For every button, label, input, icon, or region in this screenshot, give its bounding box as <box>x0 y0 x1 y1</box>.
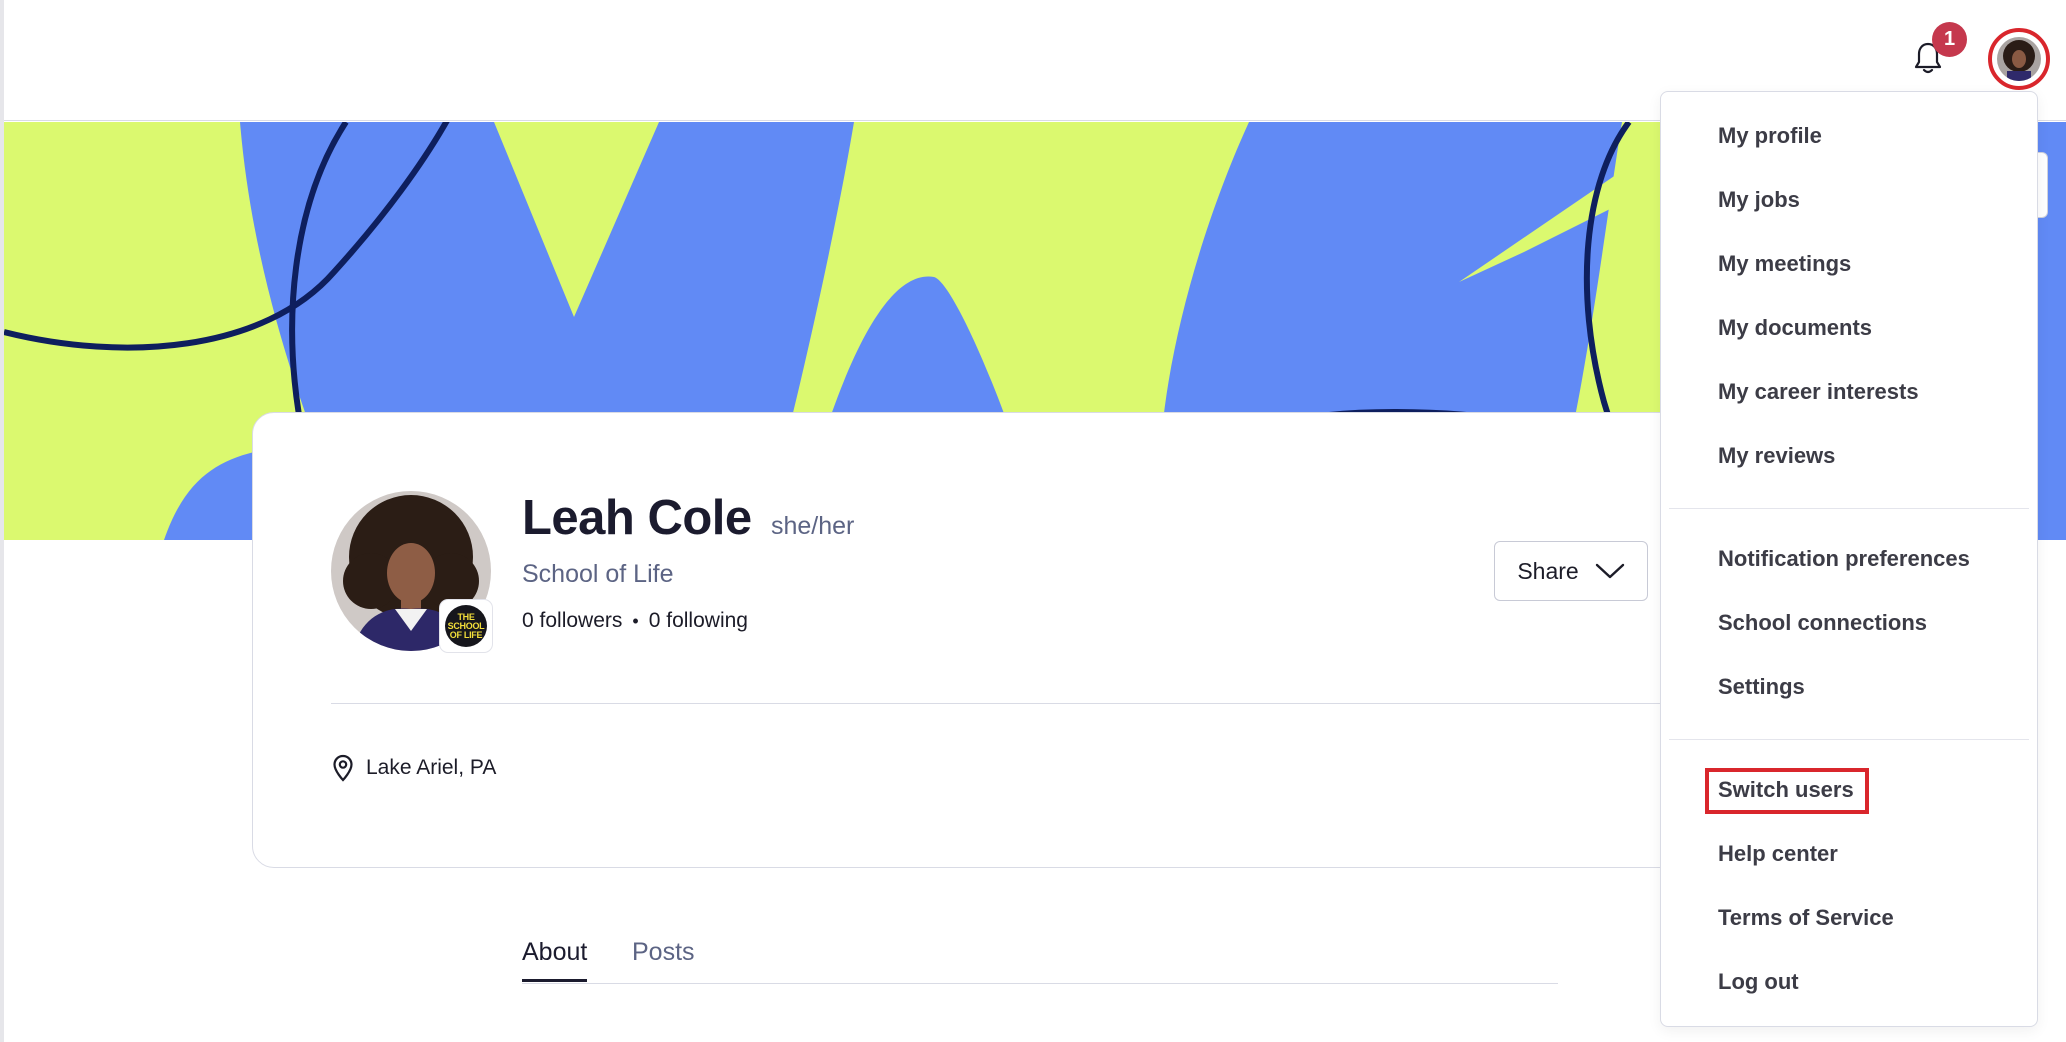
menu-divider <box>1669 739 2029 740</box>
location-row: Lake Ariel, PA <box>332 754 496 782</box>
menu-item-notification-preferences[interactable]: Notification preferences <box>1718 546 1970 572</box>
user-menu-avatar-button[interactable] <box>1988 28 2050 90</box>
menu-item-help-center[interactable]: Help center <box>1718 841 1838 867</box>
school-logo-badge: THE SCHOOL OF LIFE <box>440 600 492 652</box>
menu-item-terms-of-service[interactable]: Terms of Service <box>1718 905 1894 931</box>
profile-tabs: About Posts <box>522 934 1558 984</box>
profile-page: 1 THE SCHOOL OF LIFE Leah Cole she/her S… <box>0 0 2066 1042</box>
map-pin-icon <box>333 754 353 782</box>
menu-item-my-career-interests[interactable]: My career interests <box>1718 379 1919 405</box>
menu-item-school-connections[interactable]: School connections <box>1718 610 1927 636</box>
menu-item-settings[interactable]: Settings <box>1718 674 1805 700</box>
card-divider <box>331 703 1711 704</box>
followers-link[interactable]: 0 followers <box>522 609 622 633</box>
tab-about[interactable]: About <box>522 938 588 982</box>
following-link[interactable]: 0 following <box>649 609 748 633</box>
profile-pronouns: she/her <box>771 512 855 540</box>
profile-school[interactable]: School of Life <box>522 560 674 589</box>
hidden-button-edge <box>2038 152 2048 218</box>
separator-dot: • <box>632 610 639 631</box>
user-dropdown-menu: My profile My jobs My meetings My docume… <box>1660 91 2038 1027</box>
menu-item-my-documents[interactable]: My documents <box>1718 315 1872 341</box>
tab-posts[interactable]: Posts <box>632 938 695 967</box>
menu-item-my-profile[interactable]: My profile <box>1718 123 1822 149</box>
menu-item-my-jobs[interactable]: My jobs <box>1718 187 1800 213</box>
share-label: Share <box>1517 557 1579 584</box>
menu-divider <box>1669 508 2029 509</box>
switch-users-highlight <box>1705 768 1869 814</box>
share-button[interactable]: Share <box>1494 541 1648 601</box>
location-text: Lake Ariel, PA <box>366 756 497 779</box>
menu-item-my-meetings[interactable]: My meetings <box>1718 251 1851 277</box>
avatar <box>1997 37 2041 81</box>
menu-item-log-out[interactable]: Log out <box>1718 969 1799 995</box>
notification-count-badge: 1 <box>1932 22 1967 57</box>
follow-stats: 0 followers • 0 following <box>522 609 748 633</box>
profile-name: Leah Cole <box>522 491 752 545</box>
menu-item-my-reviews[interactable]: My reviews <box>1718 443 1835 469</box>
school-logo: THE SCHOOL OF LIFE <box>445 605 487 647</box>
chevron-down-icon <box>1595 563 1624 579</box>
